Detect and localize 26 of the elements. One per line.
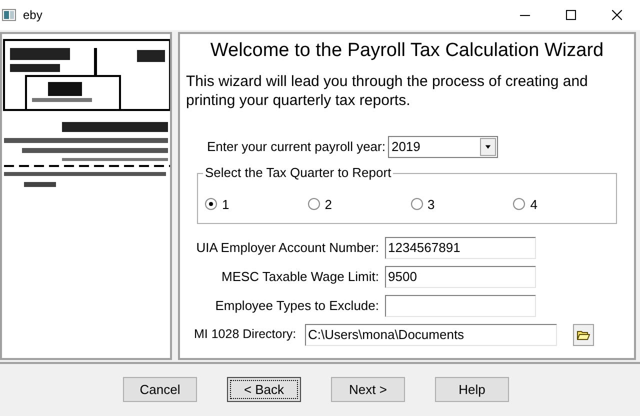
input-field[interactable]: 9500 [385,266,536,288]
input-field[interactable]: 1234567891 [385,236,536,258]
folder-icon [577,330,590,340]
radio-option[interactable]: 3 [410,194,514,214]
field-label: MESC Taxable Wage Limit: [220,268,380,286]
radio-option[interactable]: 1 [205,194,308,214]
radio-option[interactable]: 4 [513,194,616,214]
wizard-button[interactable]: Help [435,377,509,402]
field-label: Employee Types to Exclude: [214,296,380,315]
wizard-heading: Welcome to the Payroll Tax Calculation Wizard [209,39,605,63]
group-title: Select the Tax Quarter to Report [203,164,394,180]
window-title: eby [23,7,42,24]
close-icon [612,10,622,20]
field-label: UIA Employer Account Number: [195,238,380,257]
radio-option[interactable]: 2 [308,194,410,214]
wizard-button[interactable]: Cancel [123,377,197,402]
directory-field[interactable]: C:\Users\mona\Documents [305,324,557,346]
input-field[interactable] [385,294,536,316]
wizard-button[interactable]: < Back [227,377,301,402]
year-dropdown[interactable]: 2019 [388,136,498,158]
maximize-icon [566,10,576,20]
browse-button[interactable] [573,324,594,346]
field-label: Enter your current payroll year: [207,138,386,156]
wizard-button[interactable]: Next > [331,377,405,402]
field-label: MI 1028 Directory: [194,326,298,344]
intro-paragraph: This wizard will lead you through the process of creating and printing your quarterly tax reports. [186,72,589,110]
